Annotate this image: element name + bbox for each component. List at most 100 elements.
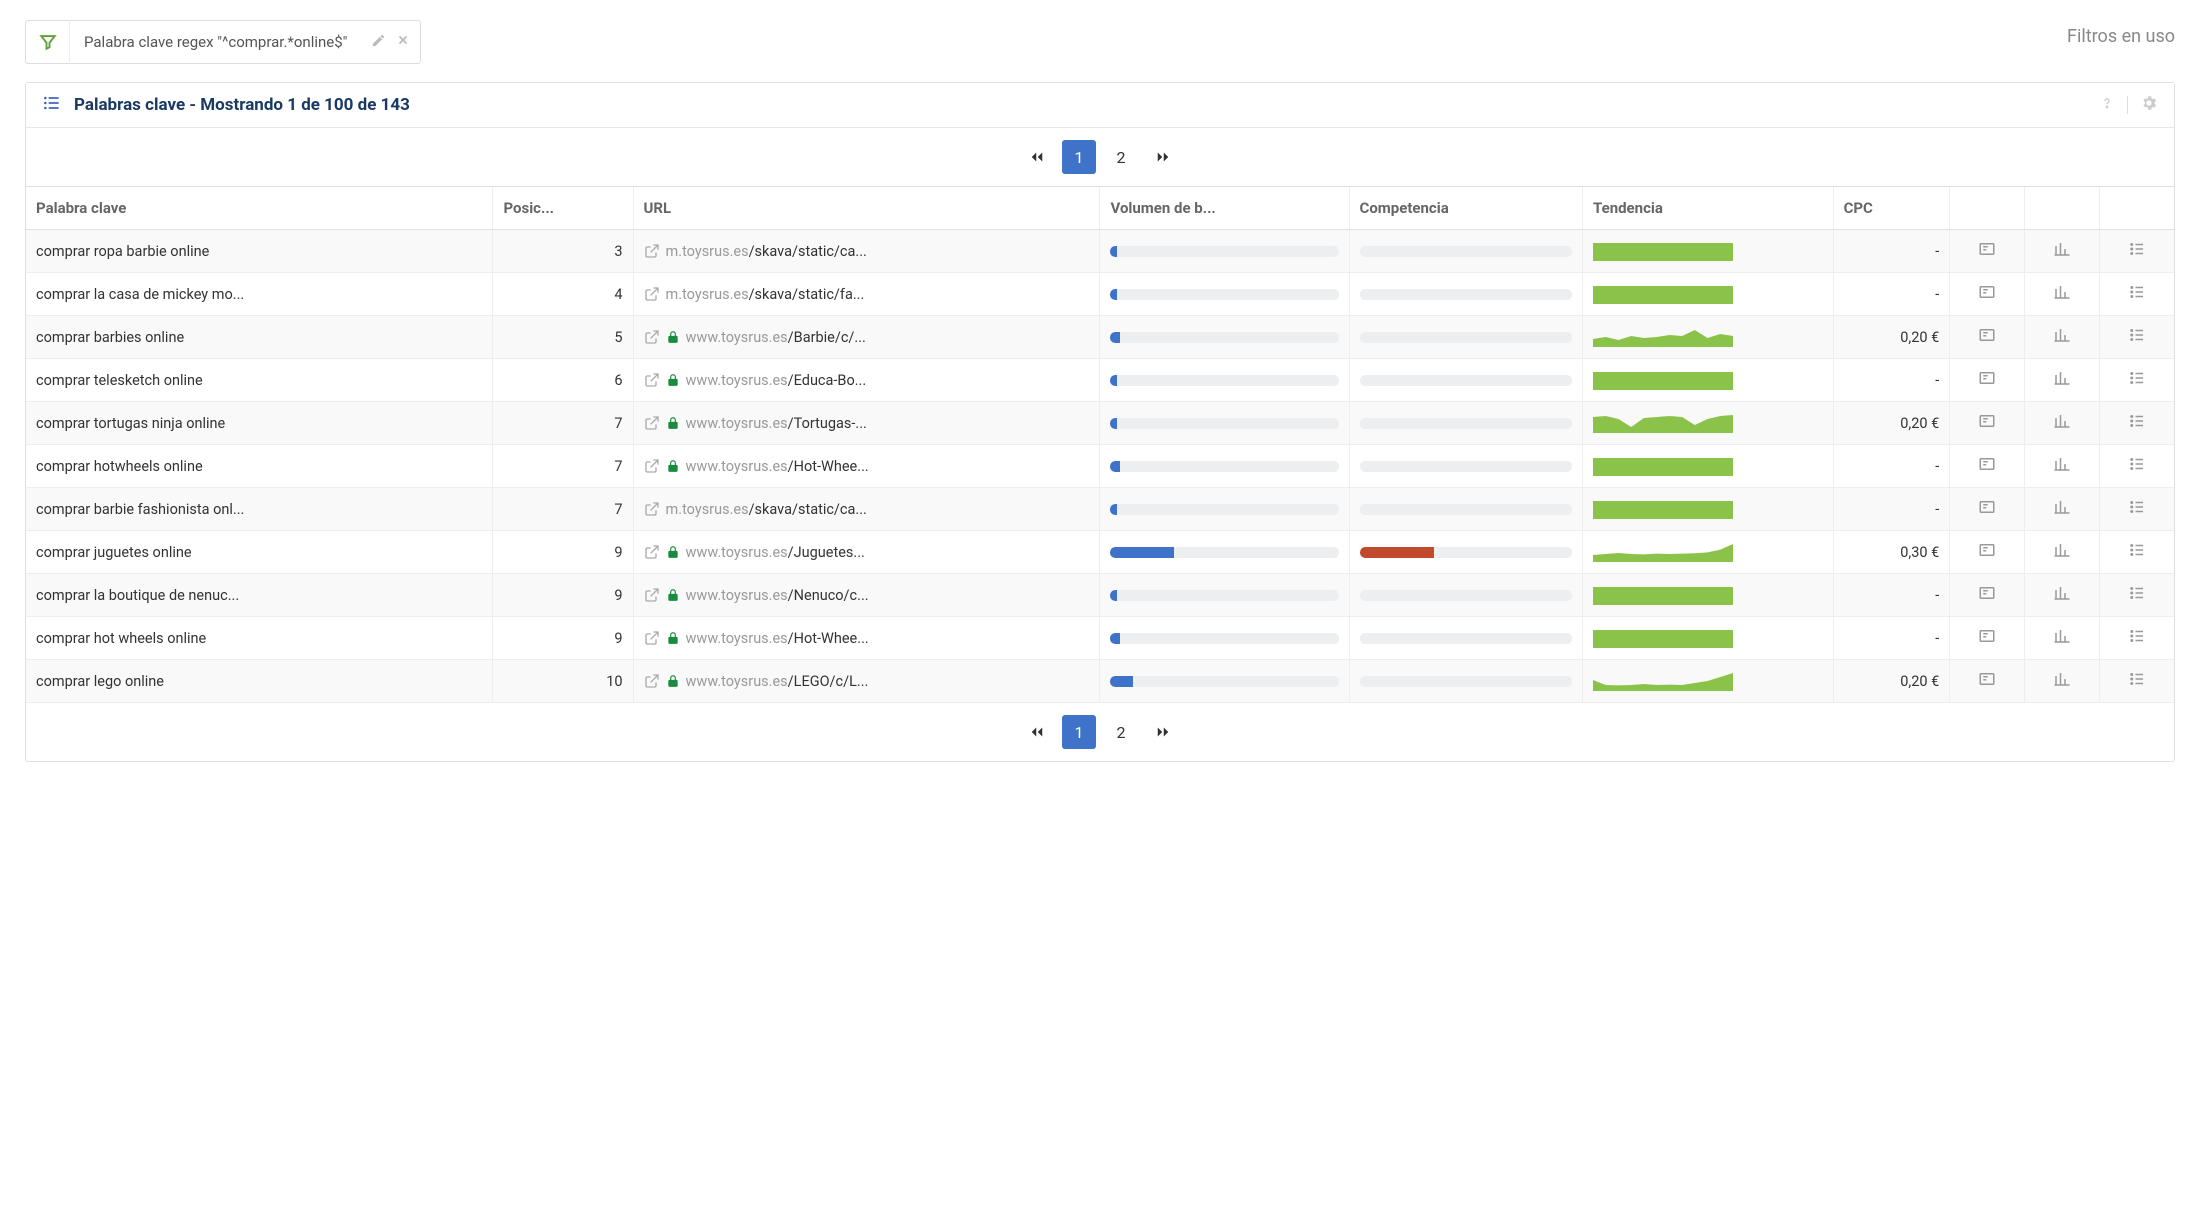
- cell-url[interactable]: www.toysrus.es/Educa-Bo...: [633, 359, 1100, 402]
- cell-url[interactable]: www.toysrus.es/Tortugas-...: [633, 402, 1100, 445]
- cell-url[interactable]: m.toysrus.es/skava/static/ca...: [633, 230, 1100, 273]
- list-action-icon[interactable]: [2099, 445, 2174, 488]
- list-action-icon[interactable]: [2099, 316, 2174, 359]
- cell-keyword[interactable]: comprar la boutique de nenuc...: [26, 574, 493, 617]
- list-action-icon[interactable]: [2099, 230, 2174, 273]
- chart-icon[interactable]: [2025, 531, 2100, 574]
- cell-trend: [1582, 660, 1833, 703]
- report-icon[interactable]: [1950, 402, 2025, 445]
- pagination-prev[interactable]: [1020, 140, 1054, 174]
- list-action-icon[interactable]: [2099, 273, 2174, 316]
- table-row: comprar la boutique de nenuc...9www.toys…: [26, 574, 2174, 617]
- table-row: comprar hot wheels online9www.toysrus.es…: [26, 617, 2174, 660]
- list-action-icon[interactable]: [2099, 488, 2174, 531]
- remove-filter-icon[interactable]: [396, 33, 410, 51]
- table-row: comprar juguetes online9www.toysrus.es/J…: [26, 531, 2174, 574]
- cell-keyword[interactable]: comprar la casa de mickey mo...: [26, 273, 493, 316]
- cell-position: 9: [493, 531, 633, 574]
- cell-competition: [1349, 445, 1582, 488]
- list-action-icon[interactable]: [2099, 531, 2174, 574]
- table-row: comprar la casa de mickey mo...4m.toysru…: [26, 273, 2174, 316]
- cell-volume: [1100, 359, 1349, 402]
- table-row: comprar lego online10www.toysrus.es/LEGO…: [26, 660, 2174, 703]
- pagination-page-2[interactable]: 2: [1104, 140, 1138, 174]
- cell-keyword[interactable]: comprar hotwheels online: [26, 445, 493, 488]
- gear-icon[interactable]: [2140, 94, 2158, 116]
- chart-icon[interactable]: [2025, 359, 2100, 402]
- chart-icon[interactable]: [2025, 445, 2100, 488]
- pagination-prev[interactable]: [1020, 715, 1054, 749]
- chart-icon[interactable]: [2025, 273, 2100, 316]
- report-icon[interactable]: [1950, 574, 2025, 617]
- panel-title: Palabras clave - Mostrando 1 de 100 de 1…: [74, 95, 410, 115]
- cell-url[interactable]: www.toysrus.es/Juguetes...: [633, 531, 1100, 574]
- cell-cpc: 0,20 €: [1833, 660, 1950, 703]
- list-action-icon[interactable]: [2099, 402, 2174, 445]
- cell-trend: [1582, 402, 1833, 445]
- chart-icon[interactable]: [2025, 660, 2100, 703]
- cell-url[interactable]: m.toysrus.es/skava/static/ca...: [633, 488, 1100, 531]
- pagination-page-1[interactable]: 1: [1062, 140, 1096, 174]
- cell-competition: [1349, 402, 1582, 445]
- list-action-icon[interactable]: [2099, 660, 2174, 703]
- cell-cpc: -: [1833, 574, 1950, 617]
- report-icon[interactable]: [1950, 617, 2025, 660]
- cell-keyword[interactable]: comprar hot wheels online: [26, 617, 493, 660]
- chart-icon[interactable]: [2025, 488, 2100, 531]
- col-cpc-header[interactable]: CPC: [1833, 187, 1950, 230]
- table-row: comprar barbie fashionista onl...7m.toys…: [26, 488, 2174, 531]
- cell-competition: [1349, 574, 1582, 617]
- cell-keyword[interactable]: comprar telesketch online: [26, 359, 493, 402]
- cell-volume: [1100, 488, 1349, 531]
- report-icon[interactable]: [1950, 445, 2025, 488]
- col-keyword-header[interactable]: Palabra clave: [26, 187, 493, 230]
- chart-icon[interactable]: [2025, 316, 2100, 359]
- chart-icon[interactable]: [2025, 574, 2100, 617]
- chart-icon[interactable]: [2025, 617, 2100, 660]
- cell-volume: [1100, 531, 1349, 574]
- col-url-header[interactable]: URL: [633, 187, 1100, 230]
- cell-url[interactable]: www.toysrus.es/Hot-Whee...: [633, 445, 1100, 488]
- col-trend-header[interactable]: Tendencia: [1582, 187, 1833, 230]
- pagination-next[interactable]: [1146, 140, 1180, 174]
- report-icon[interactable]: [1950, 660, 2025, 703]
- col-position-header[interactable]: Posic...: [493, 187, 633, 230]
- help-icon[interactable]: [2099, 95, 2115, 115]
- cell-url[interactable]: www.toysrus.es/LEGO/c/L...: [633, 660, 1100, 703]
- list-action-icon[interactable]: [2099, 359, 2174, 402]
- edit-filter-icon[interactable]: [371, 33, 386, 52]
- chart-icon[interactable]: [2025, 402, 2100, 445]
- report-icon[interactable]: [1950, 316, 2025, 359]
- cell-url[interactable]: www.toysrus.es/Hot-Whee...: [633, 617, 1100, 660]
- cell-volume: [1100, 273, 1349, 316]
- cell-position: 9: [493, 617, 633, 660]
- col-competition-header[interactable]: Competencia: [1349, 187, 1582, 230]
- cell-competition: [1349, 316, 1582, 359]
- report-icon[interactable]: [1950, 230, 2025, 273]
- chart-icon[interactable]: [2025, 230, 2100, 273]
- cell-position: 7: [493, 402, 633, 445]
- cell-keyword[interactable]: comprar barbies online: [26, 316, 493, 359]
- list-action-icon[interactable]: [2099, 617, 2174, 660]
- col-volume-header[interactable]: Volumen de b...: [1100, 187, 1349, 230]
- cell-url[interactable]: www.toysrus.es/Nenuco/c...: [633, 574, 1100, 617]
- pagination-page-1[interactable]: 1: [1062, 715, 1096, 749]
- pagination-next[interactable]: [1146, 715, 1180, 749]
- cell-url[interactable]: www.toysrus.es/Barbie/c/...: [633, 316, 1100, 359]
- cell-trend: [1582, 230, 1833, 273]
- pagination-page-2[interactable]: 2: [1104, 715, 1138, 749]
- cell-keyword[interactable]: comprar tortugas ninja online: [26, 402, 493, 445]
- cell-keyword[interactable]: comprar lego online: [26, 660, 493, 703]
- cell-trend: [1582, 574, 1833, 617]
- cell-keyword[interactable]: comprar juguetes online: [26, 531, 493, 574]
- cell-keyword[interactable]: comprar ropa barbie online: [26, 230, 493, 273]
- report-icon[interactable]: [1950, 531, 2025, 574]
- cell-cpc: -: [1833, 488, 1950, 531]
- report-icon[interactable]: [1950, 359, 2025, 402]
- list-action-icon[interactable]: [2099, 574, 2174, 617]
- report-icon[interactable]: [1950, 488, 2025, 531]
- cell-url[interactable]: m.toysrus.es/skava/static/fa...: [633, 273, 1100, 316]
- filter-chip[interactable]: Palabra clave regex "^comprar.*online$": [25, 20, 421, 64]
- cell-keyword[interactable]: comprar barbie fashionista onl...: [26, 488, 493, 531]
- report-icon[interactable]: [1950, 273, 2025, 316]
